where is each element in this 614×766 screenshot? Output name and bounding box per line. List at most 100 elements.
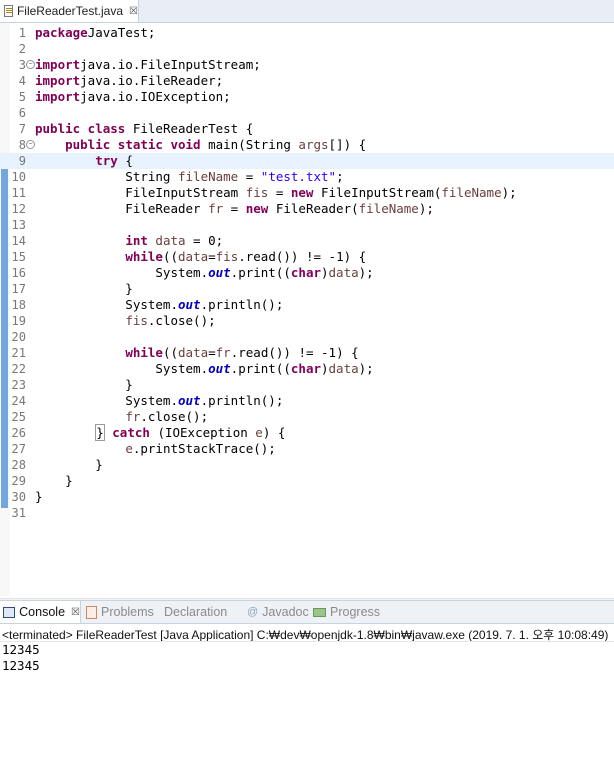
code-line[interactable]: 28 } bbox=[0, 457, 614, 473]
line-number: 16 bbox=[11, 266, 26, 280]
tab-declaration[interactable]: Declaration bbox=[160, 601, 227, 623]
close-icon[interactable]: ☒ bbox=[129, 6, 138, 17]
line-number: 9 bbox=[18, 154, 26, 168]
code-text: } bbox=[35, 377, 133, 392]
close-icon[interactable]: ☒ bbox=[71, 607, 80, 618]
line-number: 8 bbox=[18, 138, 26, 152]
code-line[interactable]: 16 System.out.print((char)data); bbox=[0, 265, 614, 281]
line-number: 18 bbox=[11, 298, 26, 312]
code-text: public static void main(String args[]) { bbox=[65, 137, 367, 152]
editor-tab[interactable]: FileReaderTest.java ☒ bbox=[0, 0, 139, 22]
code-line[interactable]: 20 bbox=[0, 329, 614, 345]
code-text: } bbox=[35, 281, 133, 296]
code-line[interactable]: 6 bbox=[0, 105, 614, 121]
line-number: 27 bbox=[11, 442, 26, 456]
code-line[interactable]: 22 System.out.print((char)data); bbox=[0, 361, 614, 377]
line-number: 6 bbox=[18, 106, 26, 120]
code-text: try { bbox=[95, 153, 133, 168]
line-number: 12 bbox=[11, 202, 26, 216]
tab-label: Progress bbox=[330, 605, 381, 619]
code-text: } catch (IOException e) { bbox=[95, 424, 286, 441]
tab-console[interactable]: Console ☒ bbox=[0, 601, 81, 623]
java-file-icon bbox=[4, 5, 13, 17]
code-line[interactable]: 15 while((data=fis.read()) != -1) { bbox=[0, 249, 614, 265]
console-tab-bar: Console ☒ Problems Declaration @ Javadoc Progr… bbox=[0, 600, 614, 624]
line-number: 19 bbox=[11, 314, 26, 328]
code-line[interactable]: 2 bbox=[0, 41, 614, 57]
code-text: FileReader fr = new FileReader(fileName)… bbox=[35, 201, 434, 216]
code-line[interactable]: 30} bbox=[0, 489, 614, 505]
code-line[interactable]: 1 packageJavaTest; bbox=[0, 25, 614, 41]
line-number: 10 bbox=[11, 170, 26, 184]
line-number: 4 bbox=[18, 74, 26, 88]
code-editor[interactable]: 1 packageJavaTest; 2 3− importjava.io.FileIn… bbox=[0, 23, 614, 617]
code-text: System.out.println(); bbox=[35, 297, 284, 312]
line-number: 26 bbox=[11, 426, 26, 440]
code-line[interactable]: 27 e.printStackTrace(); bbox=[0, 441, 614, 457]
code-line[interactable]: 21 while((data=fr.read()) != -1) { bbox=[0, 345, 614, 361]
line-number: 14 bbox=[11, 234, 26, 248]
editor-tab-title: FileReaderTest.java bbox=[16, 4, 124, 18]
line-number: 3 bbox=[18, 58, 26, 72]
code-line[interactable]: 25 fr.close(); bbox=[0, 409, 614, 425]
editor-tab-bar: FileReaderTest.java ☒ bbox=[0, 0, 614, 23]
code-text: } bbox=[35, 489, 43, 504]
code-line[interactable]: 4 importjava.io.FileReader; bbox=[0, 73, 614, 89]
code-line[interactable]: 23 } bbox=[0, 377, 614, 393]
code-text: System.out.print((char)data); bbox=[35, 265, 374, 280]
code-line[interactable]: 14 int data = 0; bbox=[0, 233, 614, 249]
code-line[interactable]: 3− importjava.io.FileInputStream; bbox=[0, 57, 614, 73]
line-number: 1 bbox=[18, 26, 26, 40]
code-text: public class FileReaderTest { bbox=[35, 121, 254, 136]
line-number: 13 bbox=[11, 218, 26, 232]
line-number: 29 bbox=[11, 474, 26, 488]
code-line[interactable]: 29 } bbox=[0, 473, 614, 489]
code-line[interactable]: 12 FileReader fr = new FileReader(fileNa… bbox=[0, 201, 614, 217]
code-line[interactable]: 17 } bbox=[0, 281, 614, 297]
progress-icon bbox=[313, 607, 326, 617]
code-text: System.out.println(); bbox=[35, 393, 284, 408]
console-divider bbox=[0, 641, 614, 642]
fold-toggle-icon[interactable]: − bbox=[26, 60, 35, 69]
code-text: importjava.io.IOException; bbox=[35, 89, 231, 104]
line-number: 17 bbox=[11, 282, 26, 296]
line-number: 20 bbox=[11, 330, 26, 344]
code-text: int data = 0; bbox=[125, 233, 224, 248]
code-line[interactable]: 5 importjava.io.IOException; bbox=[0, 89, 614, 105]
code-line[interactable]: 19 fis.close(); bbox=[0, 313, 614, 329]
line-number: 22 bbox=[11, 362, 26, 376]
code-line[interactable]: 9 try { bbox=[0, 153, 614, 169]
code-line[interactable]: 24 System.out.println(); bbox=[0, 393, 614, 409]
code-line[interactable]: 8− public static void main(String args[]… bbox=[0, 137, 614, 153]
code-line[interactable]: 13 bbox=[0, 217, 614, 233]
code-line[interactable]: 11 FileInputStream fis = new FileInputSt… bbox=[0, 185, 614, 201]
code-line[interactable]: 31 bbox=[0, 505, 614, 521]
code-line[interactable]: 7 public class FileReaderTest { bbox=[0, 121, 614, 137]
code-text: FileInputStream fis = new FileInputStrea… bbox=[35, 185, 517, 200]
line-number: 7 bbox=[18, 122, 26, 136]
code-text: importjava.io.FileInputStream; bbox=[35, 57, 261, 72]
console-output-line: 12345 bbox=[2, 642, 40, 657]
line-number: 28 bbox=[11, 458, 26, 472]
line-number: 25 bbox=[11, 410, 26, 424]
code-line[interactable]: 18 System.out.println(); bbox=[0, 297, 614, 313]
tab-label: Problems bbox=[101, 605, 154, 619]
tab-javadoc[interactable]: @ Javadoc bbox=[247, 601, 309, 623]
line-number: 21 bbox=[11, 346, 26, 360]
line-number: 24 bbox=[11, 394, 26, 408]
code-line[interactable]: 10 String fileName = "test.txt"; bbox=[0, 169, 614, 185]
tab-label: Javadoc bbox=[262, 605, 309, 619]
tab-label: Declaration bbox=[164, 605, 228, 619]
line-number: 23 bbox=[11, 378, 26, 392]
code-text: importjava.io.FileReader; bbox=[35, 73, 224, 88]
code-text: } bbox=[35, 457, 103, 472]
code-text: fr.close(); bbox=[125, 409, 209, 424]
line-number: 15 bbox=[11, 250, 26, 264]
code-line[interactable]: 26 } catch (IOException e) { bbox=[0, 424, 614, 441]
tab-problems[interactable]: Problems bbox=[86, 601, 154, 623]
tab-progress[interactable]: Progress bbox=[313, 601, 380, 623]
console-icon bbox=[3, 606, 16, 618]
fold-toggle-icon[interactable]: − bbox=[26, 140, 35, 149]
code-text: while((data=fis.read()) != -1) { bbox=[125, 249, 367, 264]
line-number: 11 bbox=[11, 186, 26, 200]
